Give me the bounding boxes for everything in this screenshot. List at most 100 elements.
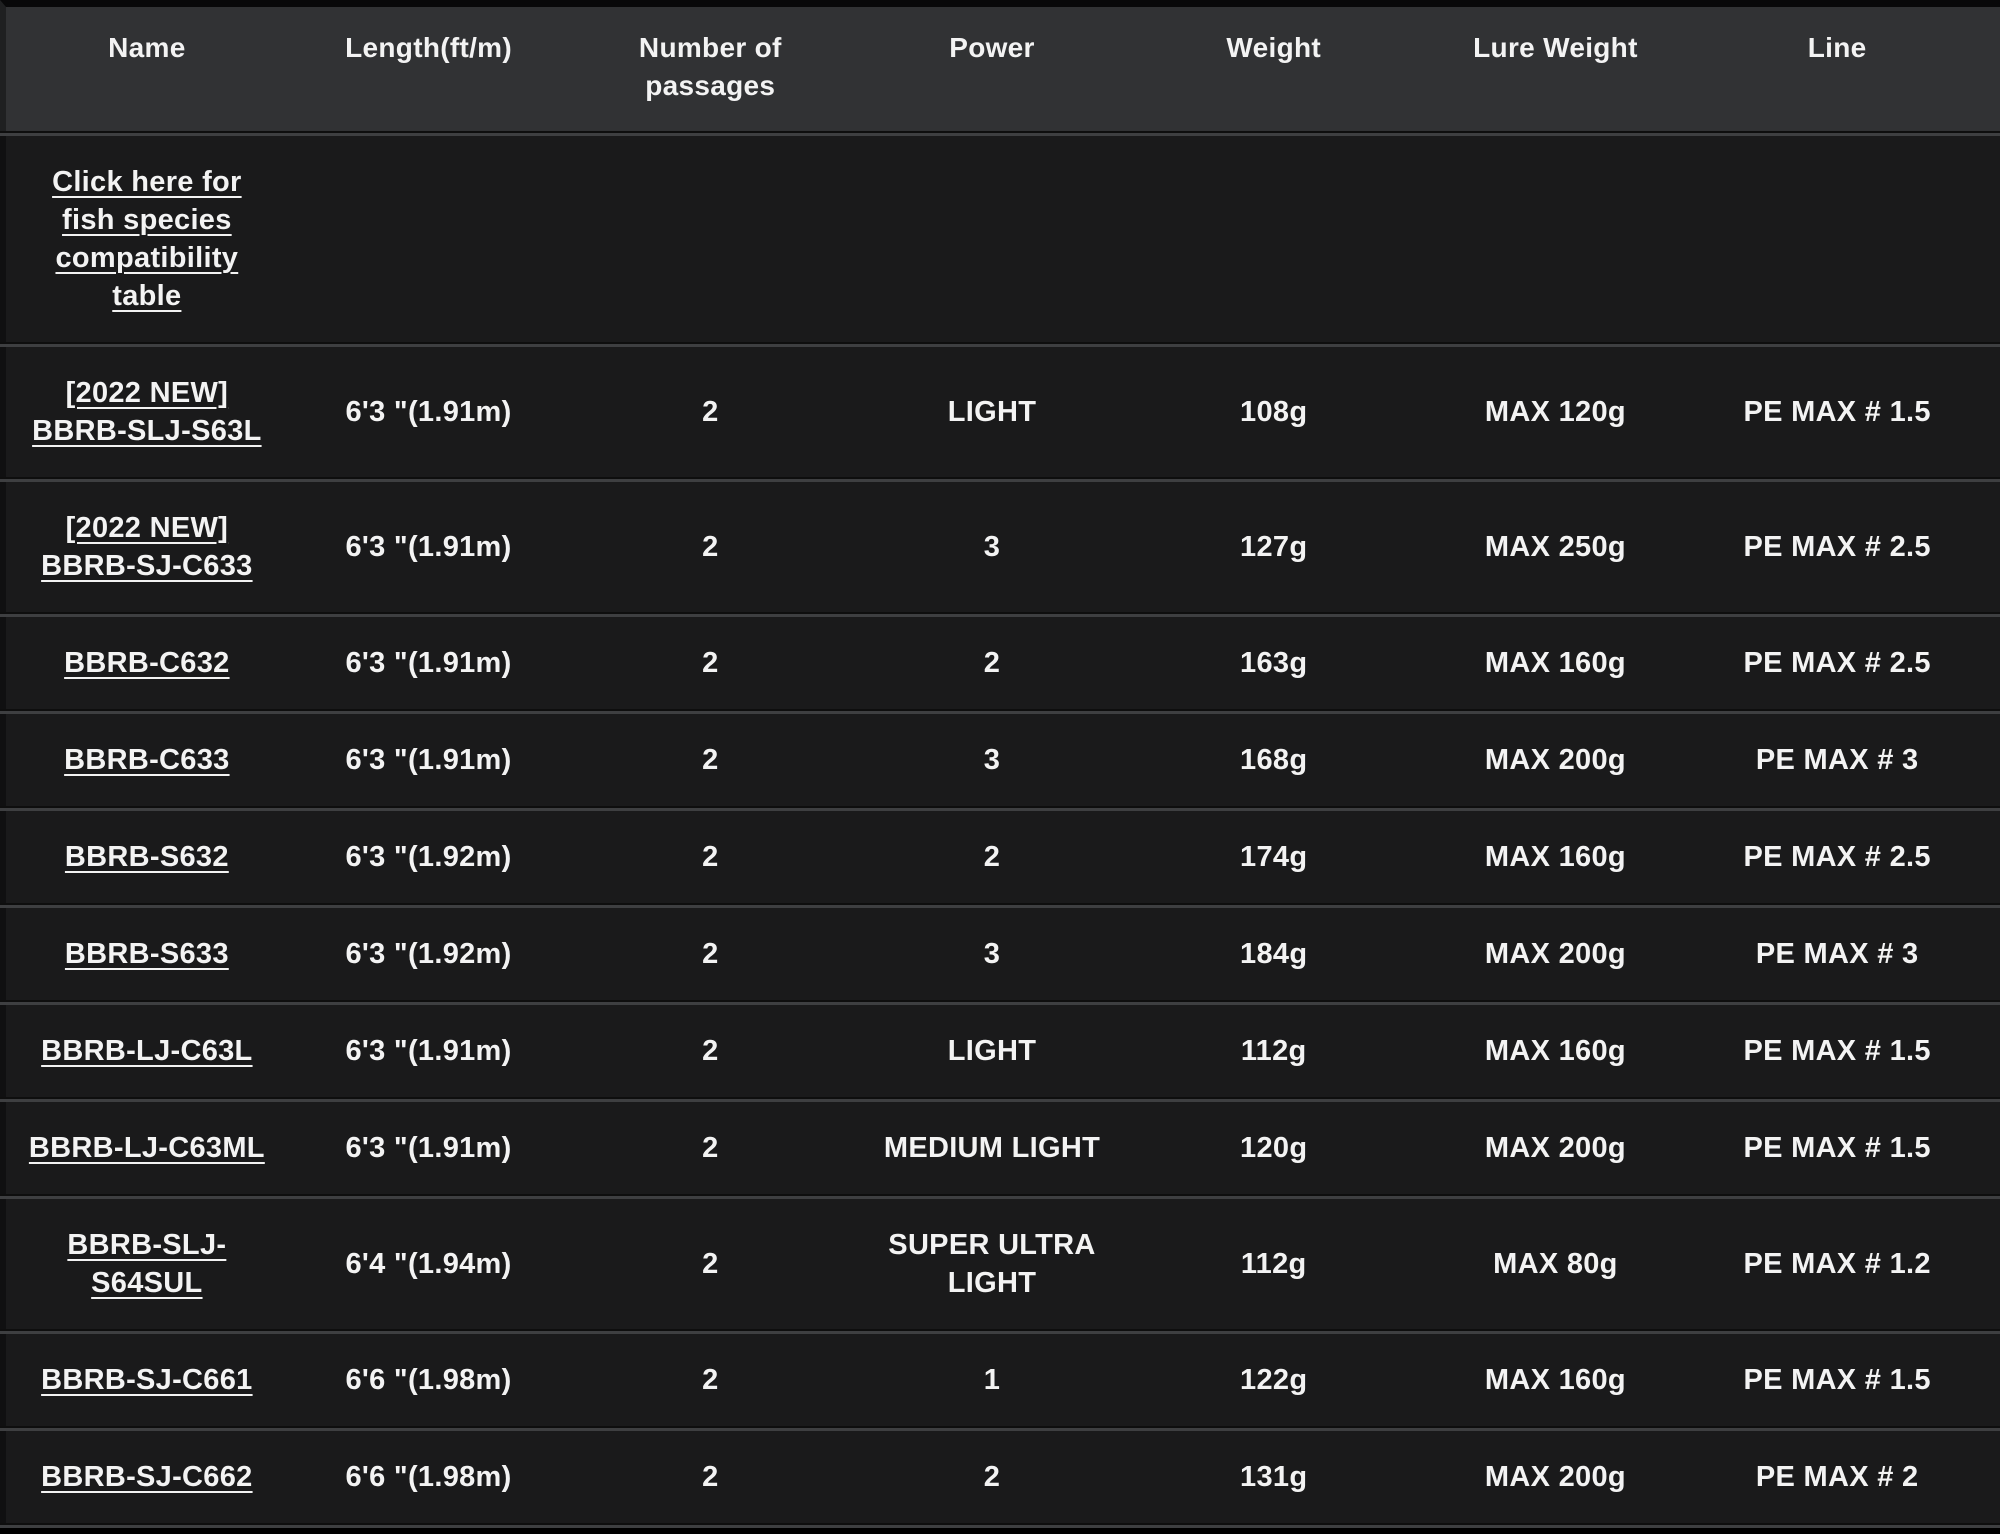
- passages-cell: 2: [569, 1199, 851, 1329]
- weight-cell: 108g: [1133, 347, 1415, 477]
- weight-cell: 184g: [1133, 908, 1415, 1000]
- lure-weight-cell: MAX 80g: [1415, 1199, 1697, 1329]
- weight-cell: 120g: [1133, 1102, 1415, 1194]
- name-cell: [2022 NEW] BBRB-SJ-C633: [6, 482, 288, 612]
- lure-weight-cell: MAX 200g: [1415, 908, 1697, 1000]
- power-cell: 2: [851, 617, 1133, 709]
- empty-cell: [569, 136, 851, 342]
- power-cell: 3: [851, 482, 1133, 612]
- rod-model-link[interactable]: BBRB-S633: [65, 935, 229, 973]
- name-cell: BBRB-S632: [6, 811, 288, 903]
- table-header-row: Name Length(ft/m) Number of passages Pow…: [0, 0, 2000, 131]
- passages-cell: 2: [569, 714, 851, 806]
- passages-cell: 2: [569, 1102, 851, 1194]
- row-divider: [0, 1523, 2000, 1528]
- fish-species-compatibility-link[interactable]: Click here for fish species compatibilit…: [52, 163, 242, 315]
- line-cell: PE MAX # 1.5: [1696, 347, 1978, 477]
- rod-model-link[interactable]: BBRB-C632: [64, 644, 229, 682]
- weight-cell: 168g: [1133, 714, 1415, 806]
- name-cell: BBRB-LJ-C63L: [6, 1005, 288, 1097]
- table-row: BBRB-S632 6'3 "(1.92m) 2 2 174g MAX 160g…: [0, 811, 2000, 903]
- column-header-length: Length(ft/m): [288, 7, 570, 131]
- passages-cell: 2: [569, 1334, 851, 1426]
- name-cell: BBRB-LJ-C63ML: [6, 1102, 288, 1194]
- table-row: BBRB-C633 6'3 "(1.91m) 2 3 168g MAX 200g…: [0, 714, 2000, 806]
- lure-weight-cell: MAX 160g: [1415, 1334, 1697, 1426]
- line-cell: PE MAX # 2: [1696, 1431, 1978, 1523]
- rod-model-link[interactable]: BBRB-C633: [64, 741, 229, 779]
- table-row: BBRB-SJ-C662 6'6 "(1.98m) 2 2 131g MAX 2…: [0, 1431, 2000, 1523]
- empty-cell: [1696, 136, 1978, 342]
- table-row: [2022 NEW] BBRB-SJ-C633 6'3 "(1.91m) 2 3…: [0, 482, 2000, 612]
- table-row: BBRB-SLJ- S64SUL 6'4 "(1.94m) 2 SUPER UL…: [0, 1199, 2000, 1329]
- passages-cell: 2: [569, 1431, 851, 1523]
- length-cell: 6'3 "(1.92m): [288, 811, 570, 903]
- table-row: BBRB-SJ-C661 6'6 "(1.98m) 2 1 122g MAX 1…: [0, 1334, 2000, 1426]
- name-cell: BBRB-C633: [6, 714, 288, 806]
- rod-model-link[interactable]: BBRB-SLJ- S64SUL: [67, 1226, 226, 1302]
- lure-weight-cell: MAX 200g: [1415, 1102, 1697, 1194]
- rod-spec-table: Name Length(ft/m) Number of passages Pow…: [0, 0, 2000, 1528]
- name-cell: BBRB-SJ-C662: [6, 1431, 288, 1523]
- empty-cell: [851, 136, 1133, 342]
- length-cell: 6'6 "(1.98m): [288, 1431, 570, 1523]
- column-header-line: Line: [1696, 7, 1978, 131]
- name-cell: Click here for fish species compatibilit…: [6, 136, 288, 342]
- lure-weight-cell: MAX 160g: [1415, 617, 1697, 709]
- power-cell: 1: [851, 1334, 1133, 1426]
- column-header-name: Name: [6, 7, 288, 131]
- rod-model-link[interactable]: BBRB-SJ-C661: [41, 1361, 253, 1399]
- compatibility-link-row: Click here for fish species compatibilit…: [0, 136, 2000, 342]
- lure-weight-cell: MAX 200g: [1415, 1431, 1697, 1523]
- length-cell: 6'3 "(1.91m): [288, 617, 570, 709]
- power-cell: 2: [851, 1431, 1133, 1523]
- rod-model-link[interactable]: BBRB-LJ-C63ML: [29, 1129, 265, 1167]
- name-cell: BBRB-SLJ- S64SUL: [6, 1199, 288, 1329]
- column-header-passages: Number of passages: [569, 7, 851, 131]
- line-cell: PE MAX # 2.5: [1696, 482, 1978, 612]
- length-cell: 6'3 "(1.91m): [288, 1102, 570, 1194]
- power-cell: 3: [851, 908, 1133, 1000]
- passages-cell: 2: [569, 908, 851, 1000]
- length-cell: 6'3 "(1.91m): [288, 482, 570, 612]
- column-header-weight: Weight: [1133, 7, 1415, 131]
- rod-model-link[interactable]: [2022 NEW] BBRB-SLJ-S63L: [32, 374, 262, 450]
- lure-weight-cell: MAX 200g: [1415, 714, 1697, 806]
- lure-weight-cell: MAX 120g: [1415, 347, 1697, 477]
- line-cell: PE MAX # 3: [1696, 714, 1978, 806]
- line-cell: PE MAX # 2.5: [1696, 617, 1978, 709]
- length-cell: 6'4 "(1.94m): [288, 1199, 570, 1329]
- rod-model-link[interactable]: BBRB-SJ-C662: [41, 1458, 253, 1496]
- weight-cell: 127g: [1133, 482, 1415, 612]
- weight-cell: 122g: [1133, 1334, 1415, 1426]
- power-cell: SUPER ULTRA LIGHT: [851, 1199, 1133, 1329]
- line-cell: PE MAX # 3: [1696, 908, 1978, 1000]
- line-cell: PE MAX # 1.5: [1696, 1334, 1978, 1426]
- passages-cell: 2: [569, 1005, 851, 1097]
- weight-cell: 174g: [1133, 811, 1415, 903]
- length-cell: 6'3 "(1.92m): [288, 908, 570, 1000]
- table-row: BBRB-C632 6'3 "(1.91m) 2 2 163g MAX 160g…: [0, 617, 2000, 709]
- rod-model-link[interactable]: BBRB-LJ-C63L: [41, 1032, 252, 1070]
- power-cell: LIGHT: [851, 1005, 1133, 1097]
- weight-cell: 163g: [1133, 617, 1415, 709]
- lure-weight-cell: MAX 160g: [1415, 1005, 1697, 1097]
- weight-cell: 112g: [1133, 1199, 1415, 1329]
- empty-cell: [288, 136, 570, 342]
- power-cell: LIGHT: [851, 347, 1133, 477]
- rod-model-link[interactable]: [2022 NEW] BBRB-SJ-C633: [41, 509, 253, 585]
- line-cell: PE MAX # 1.5: [1696, 1005, 1978, 1097]
- line-cell: PE MAX # 2.5: [1696, 811, 1978, 903]
- empty-cell: [1415, 136, 1697, 342]
- power-cell: 2: [851, 811, 1133, 903]
- table-row: BBRB-LJ-C63L 6'3 "(1.91m) 2 LIGHT 112g M…: [0, 1005, 2000, 1097]
- name-cell: BBRB-C632: [6, 617, 288, 709]
- power-cell: MEDIUM LIGHT: [851, 1102, 1133, 1194]
- empty-cell: [1133, 136, 1415, 342]
- name-cell: [2022 NEW] BBRB-SLJ-S63L: [6, 347, 288, 477]
- passages-cell: 2: [569, 482, 851, 612]
- column-header-power: Power: [851, 7, 1133, 131]
- rod-model-link[interactable]: BBRB-S632: [65, 838, 229, 876]
- passages-cell: 2: [569, 617, 851, 709]
- line-cell: PE MAX # 1.2: [1696, 1199, 1978, 1329]
